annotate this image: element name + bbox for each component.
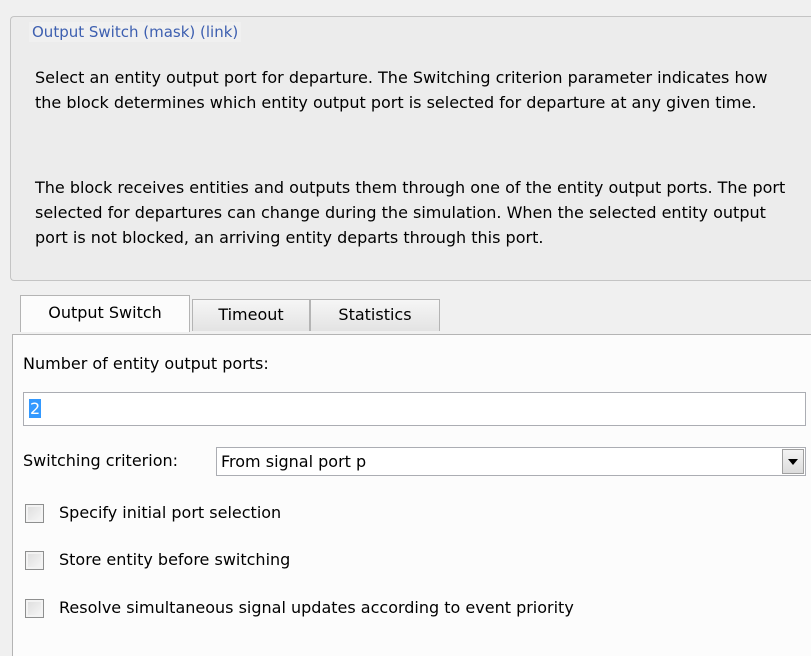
switching-criterion-select[interactable]: From signal port p xyxy=(216,447,806,476)
store-entity-checkbox[interactable] xyxy=(25,550,44,570)
mask-description-group: Output Switch (mask) (link) Select an en… xyxy=(10,16,811,281)
tab-strip: Output Switch Timeout Statistics xyxy=(12,295,811,335)
switching-criterion-value: From signal port p xyxy=(221,452,367,471)
num-ports-label: Number of entity output ports: xyxy=(23,354,269,373)
mask-title: Output Switch (mask) (link) xyxy=(29,22,242,42)
tab-panel-output-switch: Number of entity output ports: 2 Switchi… xyxy=(12,334,811,656)
resolve-updates-label: Resolve simultaneous signal updates acco… xyxy=(59,598,574,617)
resolve-updates-checkbox[interactable] xyxy=(25,598,44,618)
description-paragraph-1: Select an entity output port for departu… xyxy=(35,68,768,112)
resolve-updates-option[interactable]: Resolve simultaneous signal updates acco… xyxy=(25,597,574,619)
store-entity-label: Store entity before switching xyxy=(59,550,291,569)
specify-initial-port-label: Specify initial port selection xyxy=(59,503,282,522)
tab-statistics[interactable]: Statistics xyxy=(310,299,440,331)
specify-initial-port-option[interactable]: Specify initial port selection xyxy=(25,502,281,524)
description-paragraph-2: The block receives entities and outputs … xyxy=(35,178,786,247)
tab-output-switch[interactable]: Output Switch xyxy=(20,295,190,332)
num-ports-input[interactable]: 2 xyxy=(23,392,806,426)
switching-criterion-label: Switching criterion: xyxy=(23,451,179,470)
dropdown-arrow-icon[interactable] xyxy=(782,449,804,474)
num-ports-value: 2 xyxy=(29,399,42,418)
store-entity-option[interactable]: Store entity before switching xyxy=(25,549,290,571)
specify-initial-port-checkbox[interactable] xyxy=(25,503,44,523)
tab-timeout[interactable]: Timeout xyxy=(192,299,310,331)
